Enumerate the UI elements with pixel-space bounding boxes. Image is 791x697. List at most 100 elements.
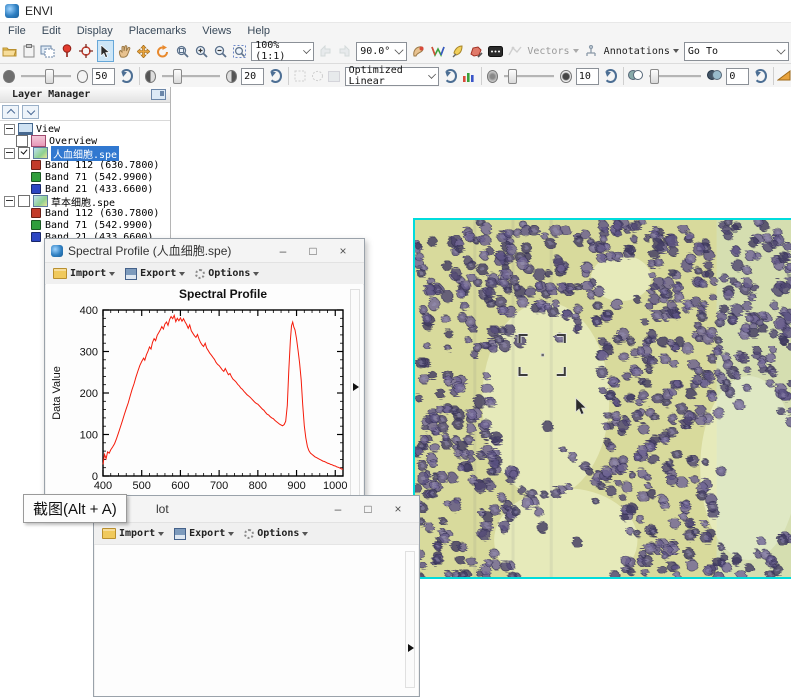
image-display-view[interactable] — [413, 218, 791, 579]
contrast-value-field[interactable]: 20 — [241, 68, 264, 85]
layer-0-checkbox[interactable] — [18, 147, 30, 159]
brightness-value-field[interactable]: 50 — [92, 68, 115, 85]
histogram-stretch-button[interactable] — [461, 65, 477, 87]
tree-item-layer-0[interactable]: 人血细胞.spe — [0, 147, 170, 159]
zoom-box-button[interactable] — [174, 40, 191, 62]
crosshairs-color-button[interactable] — [410, 40, 427, 62]
plot-window[interactable]: lot – □ × Import Export Options — [93, 495, 420, 697]
stretch-rectangle-button[interactable] — [293, 65, 308, 87]
feather-annotation-button[interactable] — [449, 40, 466, 62]
tree-item-layer-1[interactable]: 草本细胞.spe — [0, 195, 170, 207]
transparency-slider[interactable] — [649, 75, 701, 78]
transparency-value-field[interactable]: 0 — [726, 68, 749, 85]
goto-combobox[interactable]: Go To — [684, 42, 789, 61]
tree-item-band[interactable]: Band 112 (630.7800) — [0, 207, 170, 219]
import-menu[interactable]: Import — [53, 268, 115, 279]
contrast-slider-thumb[interactable] — [173, 69, 182, 84]
tree-item-band[interactable]: Band 71 (542.9900) — [0, 219, 170, 231]
open-file-button[interactable] — [1, 40, 18, 62]
goto-value: Go To — [688, 46, 718, 57]
brightness-slider[interactable] — [21, 75, 71, 78]
minimize-button[interactable]: – — [323, 499, 353, 520]
layer-manager-header[interactable]: Layer Manager — [0, 87, 170, 103]
spectral-window-titlebar[interactable]: Spectral Profile (人血细胞.spe) – □ × — [45, 239, 364, 263]
transparency-low-icon — [628, 69, 643, 84]
raster-color-slices-button[interactable] — [487, 40, 504, 62]
zoom-out-button[interactable] — [212, 40, 229, 62]
minimize-button[interactable]: – — [268, 240, 298, 261]
fixed-zoom-button[interactable] — [231, 40, 248, 62]
blood-cell-image[interactable] — [415, 220, 791, 577]
rotate-view-button[interactable] — [154, 40, 171, 62]
expand-panel-arrow-icon[interactable] — [353, 383, 359, 391]
import-menu[interactable]: Import — [102, 528, 164, 539]
expand-panel-arrow-icon[interactable] — [408, 644, 414, 652]
export-menu[interactable]: Export — [174, 528, 234, 540]
maximize-button[interactable]: □ — [298, 240, 328, 261]
stretch-reset-button[interactable] — [444, 69, 457, 83]
move-layer-up-button[interactable] — [2, 105, 19, 119]
cursor-value-button[interactable] — [78, 40, 95, 62]
menu-file[interactable]: File — [0, 24, 34, 38]
stretch-ellipse-button[interactable] — [310, 65, 325, 87]
collapse-icon[interactable] — [4, 148, 15, 159]
collapse-icon[interactable] — [4, 124, 15, 135]
roi-tool-button[interactable] — [468, 40, 485, 62]
fly-tool-button[interactable] — [135, 40, 152, 62]
sharpen-slider-thumb[interactable] — [508, 69, 517, 84]
zoom-in-button[interactable] — [193, 40, 210, 62]
contrast-slider[interactable] — [162, 75, 219, 78]
band-label: Band 71 (542.9900) — [45, 172, 153, 183]
svg-text:1000: 1000 — [323, 480, 347, 492]
tree-item-band[interactable]: Band 112 (630.7800) — [0, 159, 170, 171]
plot-key-collapse-strip[interactable] — [405, 551, 415, 688]
svg-text:400: 400 — [80, 305, 98, 317]
options-menu[interactable]: Options — [195, 268, 259, 279]
rotation-combobox[interactable]: 90.0° — [356, 42, 407, 61]
move-layer-down-button[interactable] — [22, 105, 39, 119]
contrast-reset-button[interactable] — [269, 69, 282, 83]
sharpen-reset-button[interactable] — [604, 69, 617, 83]
transparency-reset-button[interactable] — [754, 69, 767, 83]
tree-item-view[interactable]: View — [0, 123, 170, 135]
undock-panel-icon[interactable] — [151, 89, 166, 100]
overview-checkbox[interactable] — [16, 135, 28, 147]
pan-hand-button[interactable] — [116, 40, 133, 62]
sharpen-slider[interactable] — [504, 75, 554, 78]
stretch-type-combobox[interactable]: Optimized Linear — [345, 67, 440, 86]
layer-manager-title: Layer Manager — [12, 89, 90, 100]
vectors-dropdown[interactable]: Vectors — [527, 46, 578, 57]
data-manager-button[interactable] — [20, 40, 37, 62]
collapse-icon[interactable] — [4, 196, 15, 207]
menu-help[interactable]: Help — [239, 24, 278, 38]
transparency-slider-thumb[interactable] — [650, 69, 659, 84]
flip-horizontal-button[interactable] — [317, 40, 334, 62]
stretch-view-button[interactable] — [327, 65, 342, 87]
brightness-slider-thumb[interactable] — [45, 69, 54, 84]
sharpen-value-field[interactable]: 10 — [576, 68, 599, 85]
brightness-reset-button[interactable] — [120, 69, 133, 83]
spectral-profile-button[interactable] — [429, 40, 446, 62]
export-menu[interactable]: Export — [125, 268, 185, 280]
placemark-button[interactable] — [59, 40, 76, 62]
plot-key-collapse-strip[interactable] — [350, 289, 360, 507]
menu-display[interactable]: Display — [69, 24, 121, 38]
menu-placemarks[interactable]: Placemarks — [121, 24, 194, 38]
tree-item-band[interactable]: Band 71 (542.9900) — [0, 171, 170, 183]
plot-window-titlebar[interactable]: lot – □ × — [94, 496, 419, 523]
mensuration-icon[interactable] — [777, 69, 791, 84]
close-button[interactable]: × — [383, 499, 413, 520]
flip-vertical-button[interactable] — [336, 40, 353, 62]
layer-1-checkbox[interactable] — [18, 195, 30, 207]
menu-views[interactable]: Views — [194, 24, 239, 38]
select-tool-button[interactable] — [97, 40, 114, 62]
options-menu[interactable]: Options — [244, 528, 308, 539]
maximize-button[interactable]: □ — [353, 499, 383, 520]
chip-view-button[interactable] — [39, 40, 56, 62]
spectral-profile-chart: Spectral Profile400500600700800900100001… — [46, 284, 363, 514]
zoom-level-combobox[interactable]: 100% (1:1) — [251, 42, 314, 61]
close-button[interactable]: × — [328, 240, 358, 261]
menu-edit[interactable]: Edit — [34, 24, 69, 38]
annotations-dropdown[interactable]: Annotations — [604, 46, 679, 57]
spectral-profile-window[interactable]: Spectral Profile (人血细胞.spe) – □ × Import… — [44, 238, 365, 516]
